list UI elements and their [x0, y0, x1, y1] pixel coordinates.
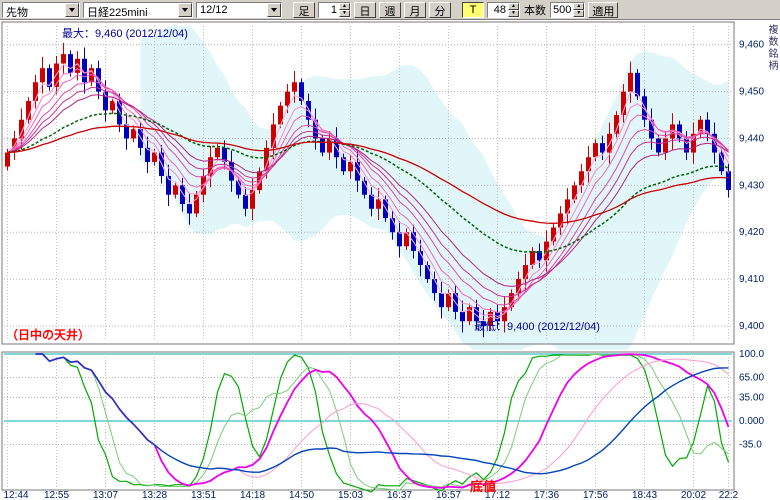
time-axis-label: 22:2 [719, 490, 739, 500]
time-axis-label: 18:43 [632, 490, 657, 500]
bars-count-value: 500 [551, 3, 573, 17]
oscillator-axis-label: 100.0 [739, 350, 764, 360]
oscillator-axis-label: 35.00 [739, 393, 764, 404]
time-axis-label: 13:51 [191, 490, 216, 500]
time-axis-label: 14:50 [289, 490, 314, 500]
interval-value: 1 [319, 3, 339, 17]
oscillator-background [0, 350, 780, 500]
oscillator-axis-label: 0.000 [739, 416, 764, 427]
time-axis-label: 12:44 [3, 490, 28, 500]
time-axis-label: 16:57 [436, 490, 461, 500]
period-day-button[interactable]: 日 [354, 2, 376, 18]
period-minute-button[interactable]: 分 [429, 2, 451, 18]
price-axis-label: 9,410 [739, 274, 764, 285]
tick-count-spinner[interactable]: 48 ▲ ▼ [487, 2, 520, 18]
oscillator-chart[interactable]: 100.0 65.00 35.00 0.000 -35.0 12:44 12:55 13:07… [0, 350, 780, 500]
price-axis-label: 9,430 [739, 180, 764, 191]
apply-button[interactable]: 適用 [588, 2, 618, 18]
toolbar: 先物 日経225mini 12/12 足 1 ▲ ▼ 日 週 月 分 T 48 [0, 0, 780, 20]
bottom-price-annotation: 底値 [470, 479, 496, 494]
period-week-button[interactable]: 週 [379, 2, 401, 18]
instrument-dropdown[interactable]: 先物 [2, 2, 80, 18]
instrument-dropdown-arrow-icon[interactable] [65, 3, 79, 17]
interval-spin-down-icon[interactable]: ▼ [339, 10, 350, 17]
chart-application-window: 先物 日経225mini 12/12 足 1 ▲ ▼ 日 週 月 分 T 48 [0, 0, 780, 500]
main-price-chart[interactable]: 9,460 9,450 9,440 9,430 9,420 9,410 9,400 最大：9,… [0, 20, 780, 350]
time-axis-label: 13:28 [142, 490, 167, 500]
time-axis-label: 16:37 [387, 490, 412, 500]
tick-mode-toggle[interactable]: T [462, 2, 484, 18]
interval-spinner[interactable]: 1 ▲ ▼ [318, 2, 351, 18]
min-price-annotation: 最低：9,400 (2012/12/04) [474, 320, 600, 333]
bar-type-button[interactable]: 足 [293, 2, 315, 18]
time-axis-label: 17:56 [583, 490, 608, 500]
oscillator-axis-label: 65.00 [739, 372, 764, 383]
interval-spin-up-icon[interactable]: ▲ [339, 3, 350, 10]
bars-count-spin-up-icon[interactable]: ▲ [573, 3, 584, 10]
symbol-dropdown-arrow-icon[interactable] [178, 3, 192, 17]
max-price-annotation: 最大：9,460 (2012/12/04) [62, 26, 188, 40]
price-axis-label: 9,400 [739, 321, 764, 332]
time-axis-label: 15:03 [338, 490, 363, 500]
time-axis-label: 14:18 [240, 490, 265, 500]
bars-count-spinner[interactable]: 500 ▲ ▼ [550, 2, 585, 18]
period-month-button[interactable]: 月 [404, 2, 426, 18]
date-dropdown[interactable]: 12/12 [196, 2, 282, 18]
price-axis-label: 9,460 [739, 40, 764, 51]
price-axis-label: 9,420 [739, 227, 764, 238]
tick-count-spin-down-icon[interactable]: ▼ [508, 10, 519, 17]
intraday-ceiling-annotation: （日中の天井） [6, 327, 90, 342]
tick-count-value: 48 [488, 3, 508, 17]
date-dropdown-arrow-icon[interactable] [267, 3, 281, 17]
bars-count-label: 本数 [523, 2, 547, 18]
time-axis-label: 12:55 [44, 490, 69, 500]
oscillator-axis-label: -35.0 [739, 439, 762, 450]
symbol-dropdown[interactable]: 日経225mini [83, 2, 193, 18]
instrument-dropdown-value: 先物 [3, 3, 65, 17]
time-axis-label: 20:02 [681, 490, 706, 500]
multi-symbol-vertical-label[interactable]: 複数銘柄 [764, 24, 779, 72]
time-axis-label: 17:36 [534, 490, 559, 500]
date-dropdown-value: 12/12 [197, 3, 267, 17]
time-axis-label: 13:07 [93, 490, 118, 500]
bars-count-spin-down-icon[interactable]: ▼ [573, 10, 584, 17]
symbol-dropdown-value: 日経225mini [84, 3, 178, 17]
price-axis-label: 9,450 [739, 87, 764, 98]
price-axis-label: 9,440 [739, 133, 764, 144]
tick-count-spin-up-icon[interactable]: ▲ [508, 3, 519, 10]
